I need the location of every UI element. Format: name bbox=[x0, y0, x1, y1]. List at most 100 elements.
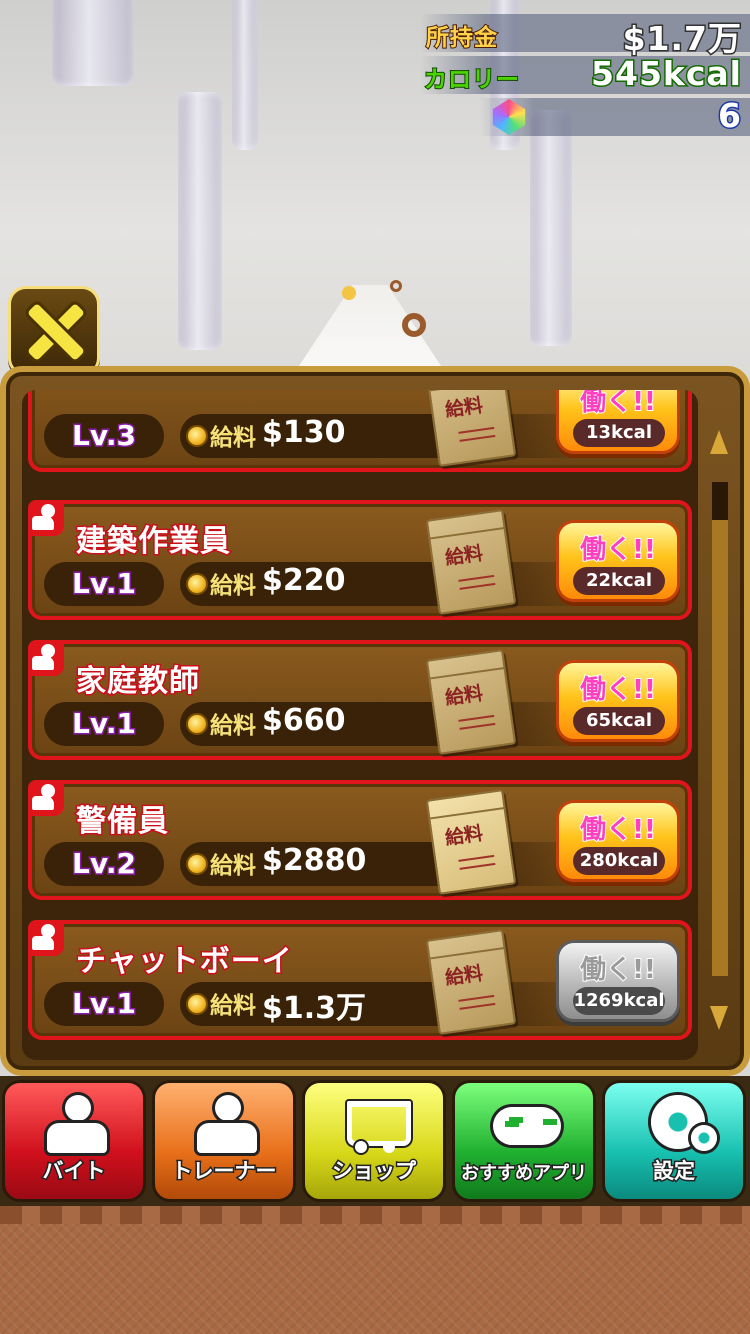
coin-item bbox=[342, 286, 356, 300]
nav-apps-button[interactable]: おすすめアプリ bbox=[452, 1080, 596, 1202]
job-item: 建築作業員 Lv.1 給料 $220 給料 働く!! 22kcal bbox=[28, 500, 692, 620]
nav-baito-label: バイト bbox=[41, 1158, 107, 1185]
salary-value: $1.3万 bbox=[260, 990, 367, 1028]
crystal-pillar bbox=[52, 0, 134, 86]
bottom-nav: バイト トレーナー ショップ おすすめアプリ 設定 bbox=[0, 1076, 750, 1206]
scroll-up-icon[interactable] bbox=[710, 430, 728, 454]
coin-icon bbox=[186, 993, 208, 1015]
work-label: 働く!! bbox=[579, 534, 657, 566]
work-button[interactable]: 働く!! 13kcal bbox=[556, 390, 680, 454]
envelope-text: 給料 bbox=[443, 822, 485, 850]
job-panel: Lv.3 給料 $130 給料 働く!! 13kcal 建築作業員 Lv.1 給… bbox=[0, 366, 750, 1076]
donut-item bbox=[390, 280, 402, 292]
gear-icon bbox=[641, 1095, 717, 1155]
job-salary: 給料 $2880 bbox=[180, 842, 600, 886]
work-button[interactable]: 働く!! 65kcal bbox=[556, 660, 680, 742]
salary-label: 給料 bbox=[209, 572, 257, 600]
job-salary: 給料 $1.3万 bbox=[180, 982, 600, 1028]
job-list[interactable]: Lv.3 給料 $130 給料 働く!! 13kcal 建築作業員 Lv.1 給… bbox=[22, 390, 698, 1060]
scrollbar[interactable] bbox=[710, 430, 728, 1030]
crystal-pillar bbox=[232, 0, 258, 150]
salary-value: $130 bbox=[261, 414, 347, 452]
job-item: 家庭教師 Lv.1 給料 $660 給料 働く!! 65kcal bbox=[28, 640, 692, 760]
gamepad-icon bbox=[491, 1095, 563, 1155]
job-level: Lv.1 bbox=[44, 982, 164, 1026]
job-level: Lv.3 bbox=[44, 414, 164, 458]
job-item: 警備員 Lv.2 給料 $2880 給料 働く!! 280kcal bbox=[28, 780, 692, 900]
ground-texture bbox=[0, 1224, 750, 1334]
scroll-down-icon[interactable] bbox=[710, 1006, 728, 1030]
gem-value: 6 bbox=[717, 95, 743, 137]
work-kcal: 65kcal bbox=[573, 707, 665, 735]
envelope-icon: 給料 bbox=[425, 929, 517, 1035]
job-person-icon bbox=[28, 640, 64, 676]
work-kcal: 1269kcal bbox=[573, 987, 665, 1015]
salary-value: $2880 bbox=[260, 842, 367, 880]
job-level: Lv.2 bbox=[44, 842, 164, 886]
job-name: 家庭教師 bbox=[75, 663, 201, 701]
job-person-icon bbox=[28, 500, 64, 536]
nav-trainer-button[interactable]: トレーナー bbox=[152, 1080, 296, 1202]
close-icon bbox=[25, 302, 83, 360]
envelope-icon: 給料 bbox=[425, 390, 517, 467]
nav-settings-label: 設定 bbox=[652, 1158, 697, 1185]
coin-icon bbox=[186, 425, 208, 447]
donut-item bbox=[402, 313, 426, 337]
nav-settings-button[interactable]: 設定 bbox=[602, 1080, 746, 1202]
nav-trainer-label: トレーナー bbox=[170, 1158, 278, 1185]
job-salary: 給料 $660 bbox=[180, 702, 600, 746]
coin-icon bbox=[186, 713, 208, 735]
calorie-label: カロリー bbox=[423, 66, 520, 94]
job-level: Lv.1 bbox=[44, 702, 164, 746]
calorie-row: カロリー 545kcal bbox=[420, 53, 750, 95]
work-label: 働く!! bbox=[579, 814, 657, 846]
money-label: 所持金 bbox=[425, 24, 498, 52]
job-salary: 給料 $220 bbox=[180, 562, 600, 606]
job-person-icon bbox=[28, 780, 64, 816]
salary-value: $220 bbox=[261, 562, 347, 600]
ground bbox=[0, 1206, 750, 1334]
work-button-disabled[interactable]: 働く!! 1269kcal bbox=[556, 940, 680, 1022]
work-kcal: 22kcal bbox=[573, 567, 665, 595]
cart-icon bbox=[341, 1095, 413, 1155]
nav-shop-button[interactable]: ショップ bbox=[302, 1080, 446, 1202]
envelope-text: 給料 bbox=[443, 962, 485, 990]
envelope-text: 給料 bbox=[443, 542, 485, 570]
job-salary: 給料 $130 bbox=[180, 414, 600, 458]
scroll-track[interactable] bbox=[712, 482, 728, 976]
job-level: Lv.1 bbox=[44, 562, 164, 606]
job-name: 警備員 bbox=[75, 803, 170, 841]
ground-edge bbox=[0, 1206, 750, 1224]
work-kcal: 280kcal bbox=[573, 847, 665, 875]
work-button[interactable]: 働く!! 22kcal bbox=[556, 520, 680, 602]
money-row: 所持金 $1.7万 bbox=[420, 14, 750, 60]
work-button[interactable]: 働く!! 280kcal bbox=[556, 800, 680, 882]
scroll-thumb[interactable] bbox=[712, 482, 728, 520]
envelope-icon: 給料 bbox=[425, 509, 517, 615]
nav-baito-button[interactable]: バイト bbox=[2, 1080, 146, 1202]
money-value: $1.7万 bbox=[621, 18, 742, 60]
work-label: 働く!! bbox=[579, 674, 657, 706]
job-name: チャットボーイ bbox=[75, 943, 294, 981]
calorie-value: 545kcal bbox=[590, 53, 743, 95]
job-item: チャットボーイ Lv.1 給料 $1.3万 給料 働く!! 1269kcal bbox=[28, 920, 692, 1040]
envelope-icon: 給料 bbox=[425, 649, 517, 755]
envelope-text: 給料 bbox=[443, 394, 485, 422]
crystal-pillar bbox=[530, 110, 572, 346]
muscle-icon bbox=[191, 1095, 263, 1155]
job-item: Lv.3 給料 $130 給料 働く!! 13kcal bbox=[28, 390, 692, 472]
salary-label: 給料 bbox=[209, 992, 257, 1020]
envelope-text: 給料 bbox=[443, 682, 485, 710]
salary-label: 給料 bbox=[209, 852, 257, 880]
job-name: 建築作業員 bbox=[75, 523, 232, 561]
salary-label: 給料 bbox=[209, 712, 257, 740]
coin-icon bbox=[186, 573, 208, 595]
work-label: 働く!! bbox=[579, 954, 657, 986]
salary-value: $660 bbox=[261, 702, 347, 740]
nav-shop-label: ショップ bbox=[331, 1158, 418, 1185]
person-icon bbox=[41, 1095, 113, 1155]
close-button[interactable] bbox=[8, 286, 100, 376]
crystal-pillar bbox=[178, 92, 222, 350]
salary-label: 給料 bbox=[209, 424, 257, 452]
envelope-icon: 給料 bbox=[425, 789, 517, 895]
